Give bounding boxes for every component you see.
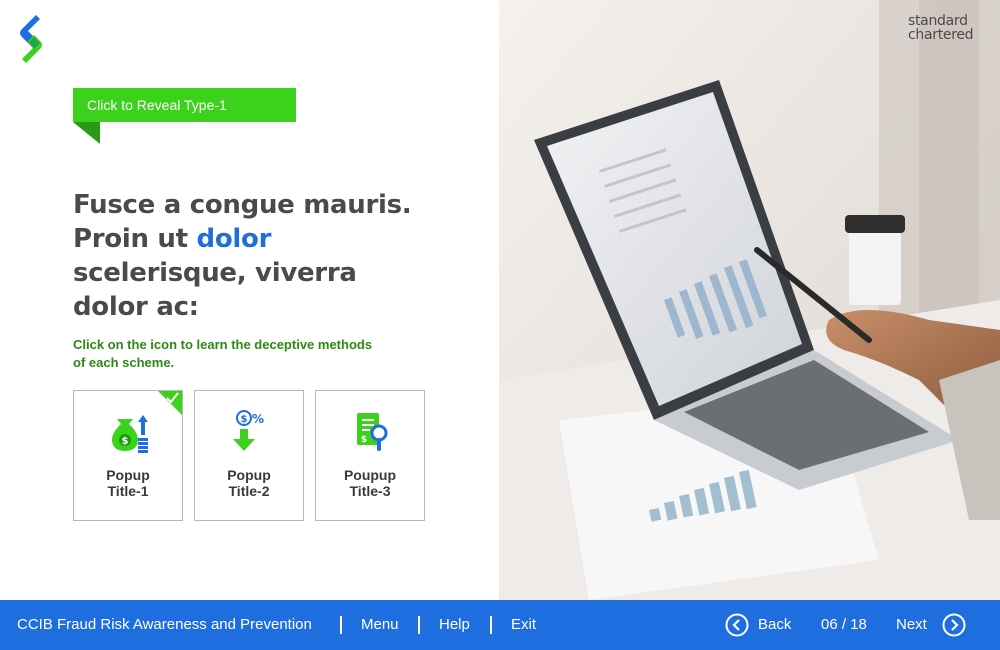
footer-bar: CCIB Fraud Risk Awareness and Prevention… bbox=[0, 600, 1000, 650]
card-title-line1: Popup bbox=[227, 467, 271, 483]
card-title-line1: Poupup bbox=[343, 467, 397, 483]
card-title-line2: Title-3 bbox=[349, 483, 391, 499]
svg-text:$: $ bbox=[122, 436, 129, 447]
brand-line1: standard bbox=[908, 13, 968, 29]
next-button[interactable]: Next bbox=[896, 600, 927, 650]
card-title: Poupup Title-3 bbox=[316, 467, 424, 499]
card-title-line1: Popup bbox=[106, 467, 150, 483]
reveal-tab-fold bbox=[73, 122, 100, 144]
brand-line2: chartered bbox=[908, 27, 974, 43]
popup-card-2[interactable]: $ % Popup Title-2 bbox=[194, 390, 304, 521]
footer-divider bbox=[490, 616, 492, 634]
card-title-line2: Title-2 bbox=[228, 483, 270, 499]
dollar-percent-down-icon: $ % bbox=[233, 410, 264, 451]
card-title: Popup Title-1 bbox=[74, 467, 182, 499]
next-arrow-icon[interactable] bbox=[942, 613, 966, 637]
card-title-line2: Title-1 bbox=[107, 483, 149, 499]
click-to-reveal-tab[interactable]: Click to Reveal Type-1 bbox=[73, 88, 296, 122]
card-title: Popup Title-2 bbox=[195, 467, 303, 499]
footer-divider bbox=[340, 616, 342, 634]
heading-highlight: dolor bbox=[196, 224, 272, 254]
back-button[interactable]: Back bbox=[758, 600, 791, 650]
document-search-icon: $ bbox=[357, 413, 388, 451]
standard-chartered-logo-icon bbox=[20, 15, 42, 63]
instruction-text: Click on the icon to learn the deceptive… bbox=[73, 337, 373, 370]
course-title: CCIB Fraud Risk Awareness and Prevention bbox=[17, 616, 312, 633]
standard-chartered-wordmark: standard chartered bbox=[908, 13, 974, 43]
popup-card-3[interactable]: $ Poupup Title-3 bbox=[315, 390, 425, 521]
svg-text:$: $ bbox=[361, 435, 367, 445]
heading-part2: scelerisque, viverra dolor ac: bbox=[73, 258, 357, 322]
footer-divider bbox=[418, 616, 420, 634]
checkmark-icon bbox=[166, 392, 179, 404]
hero-image bbox=[499, 0, 1000, 600]
money-bag-coins-icon: $ bbox=[112, 415, 148, 453]
back-arrow-icon[interactable] bbox=[725, 613, 749, 637]
svg-text:$: $ bbox=[241, 414, 248, 425]
popup-card-1[interactable]: $ Popup Title-1 bbox=[73, 390, 183, 521]
help-link[interactable]: Help bbox=[439, 600, 470, 650]
page-heading: Fusce a congue mauris. Proin ut dolor sc… bbox=[73, 188, 433, 324]
svg-text:%: % bbox=[252, 412, 264, 426]
menu-link[interactable]: Menu bbox=[361, 600, 399, 650]
exit-link[interactable]: Exit bbox=[511, 600, 536, 650]
page-counter: 06 / 18 bbox=[821, 616, 867, 633]
laptop-report-photo bbox=[499, 0, 1000, 600]
